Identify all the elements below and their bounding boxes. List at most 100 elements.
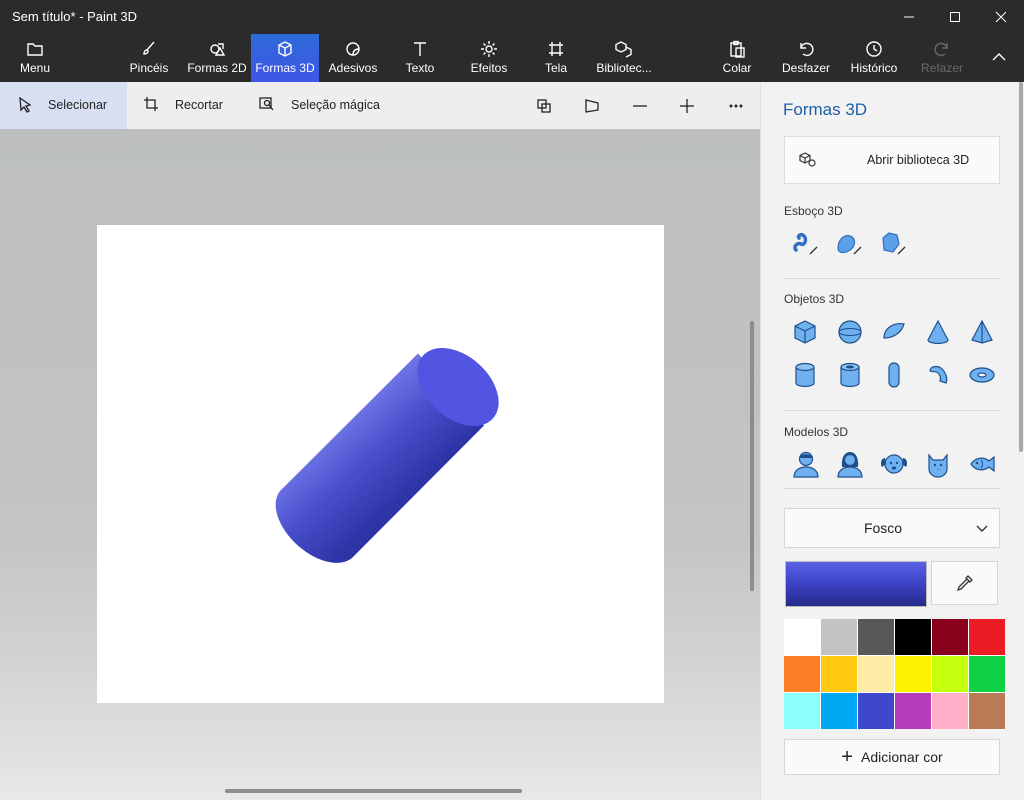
object-capsule-button[interactable] [878,359,910,391]
minus-icon [633,104,647,107]
tab-effects[interactable]: Efeitos [465,34,513,82]
workspace[interactable] [0,129,760,800]
crop-icon [144,97,158,111]
color-swatch[interactable] [784,693,820,729]
sketch-sharp-icon [882,232,906,255]
redo-button[interactable]: Refazer [915,34,969,82]
color-swatch[interactable] [969,656,1005,692]
model-dog-button[interactable] [878,448,910,480]
magic-select-icon [259,97,274,111]
tab-stickers[interactable]: Adesivos [325,34,381,82]
maximize-button[interactable] [932,0,978,34]
material-dropdown[interactable]: Fosco [784,508,1000,548]
color-swatch[interactable] [932,619,968,655]
tab-shapes-3d[interactable]: Formas 3D [251,34,319,82]
tab-label: Efeitos [470,61,508,75]
color-swatch[interactable] [969,619,1005,655]
undo-label: Desfazer [781,61,831,75]
tab-canvas[interactable]: Tela [537,34,575,82]
color-swatch[interactable] [895,656,931,692]
close-button[interactable] [978,0,1024,34]
color-swatch[interactable] [969,693,1005,729]
color-swatch[interactable] [821,693,857,729]
model-man-button[interactable] [790,448,822,480]
model-cat-button[interactable] [922,448,954,480]
color-swatch[interactable] [821,656,857,692]
zoom-in-button[interactable] [667,82,707,129]
object-sphere-button[interactable] [834,316,866,348]
object-cube-button[interactable] [789,316,821,348]
open-3d-library-button[interactable]: Abrir biblioteca 3D [784,136,1000,184]
paste-label: Colar [722,61,752,75]
history-button[interactable]: Histórico [845,34,903,82]
cylinder-3d-object[interactable] [97,225,664,703]
folder-icon [27,43,43,56]
color-swatch[interactable] [858,656,894,692]
color-swatch[interactable] [895,693,931,729]
object-cylinder-button[interactable] [789,359,821,391]
object-pyramid-button[interactable] [966,316,998,348]
divider [784,410,1000,411]
tab-label: Formas 3D [255,61,315,75]
title-bar: Sem título* - Paint 3D [0,0,1024,34]
tab-label: Adesivos [328,61,378,75]
color-swatch[interactable] [821,619,857,655]
cube-icon [278,41,292,57]
perspective-icon [585,98,599,113]
perspective-button[interactable] [572,82,612,129]
object-hemisphere-button[interactable] [878,316,910,348]
object-tube-button[interactable] [834,359,866,391]
view-3d-button[interactable] [524,82,564,129]
collapse-ribbon-button[interactable] [984,34,1014,82]
paste-button[interactable]: Colar [717,34,757,82]
select-tool[interactable]: Selecionar [0,82,127,129]
tab-brushes[interactable]: Pincéis [124,34,174,82]
tab-label: Formas 2D [187,61,247,75]
sketch-sharp-button[interactable] [877,227,909,259]
tab-library[interactable]: Bibliotec... [594,34,654,82]
sketch-smooth-button[interactable] [833,227,865,259]
horizontal-scrollbar[interactable] [225,789,522,793]
menu-button[interactable]: Menu [10,34,60,82]
model-fish-button[interactable] [966,448,998,480]
tab-shapes-2d[interactable]: Formas 2D [184,34,250,82]
undo-button[interactable]: Desfazer [778,34,834,82]
objects-3d-label: Objetos 3D [784,292,845,306]
eyedropper-button[interactable] [931,561,998,605]
canvas[interactable] [97,225,664,703]
color-swatch[interactable] [932,693,968,729]
color-swatch[interactable] [858,619,894,655]
panel-scrollbar[interactable] [1019,82,1023,452]
tab-label: Bibliotec... [596,61,652,75]
cat-icon [928,453,948,478]
object-curved-tube-button[interactable] [922,359,954,391]
redo-icon [934,42,948,57]
color-swatch[interactable] [784,656,820,692]
cone-icon [927,319,949,345]
ribbon: Menu Pincéis Formas 2D Formas 3D Adesivo… [0,34,1024,82]
vertical-scrollbar[interactable] [750,321,754,591]
object-cone-button[interactable] [922,316,954,348]
color-swatch[interactable] [858,693,894,729]
add-color-label: Adicionar cor [860,749,943,765]
model-woman-button[interactable] [834,448,866,480]
select-label: Selecionar [48,98,108,112]
sketch-soft-edge-button[interactable] [789,227,821,259]
dog-icon [881,454,907,474]
selected-color-preview [785,561,927,607]
tab-text[interactable]: Texto [400,34,440,82]
window-title: Sem título* - Paint 3D [12,9,137,24]
magic-select-tool[interactable]: Seleção mágica [247,82,397,129]
zoom-out-button[interactable] [620,82,660,129]
crop-tool[interactable]: Recortar [127,82,247,129]
object-torus-button[interactable] [966,359,998,391]
more-options-button[interactable] [716,82,756,129]
canvas-icon [549,42,563,56]
plus-icon: + [841,746,853,768]
color-swatch[interactable] [784,619,820,655]
sphere-icon [838,320,862,344]
color-swatch[interactable] [932,656,968,692]
add-color-button[interactable]: + Adicionar cor [784,739,1000,775]
color-swatch[interactable] [895,619,931,655]
minimize-button[interactable] [886,0,932,34]
